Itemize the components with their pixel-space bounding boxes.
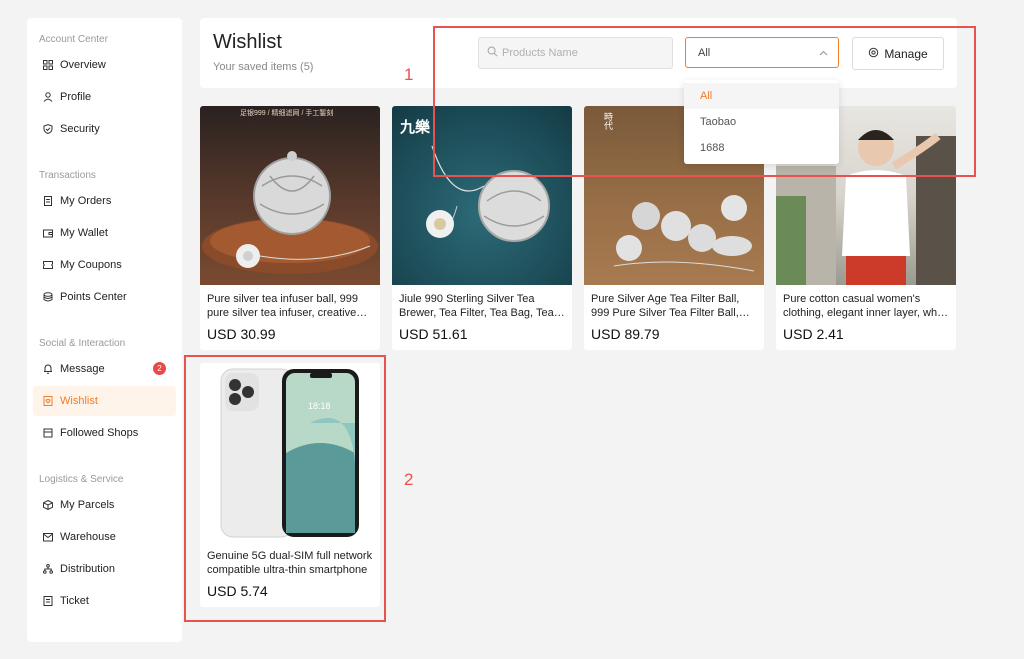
sidebar-item-label: Profile <box>60 91 92 103</box>
sidebar-item-label: My Orders <box>60 195 112 207</box>
sidebar-item-label: Security <box>60 123 100 135</box>
source-dropdown: All Taobao 1688 <box>684 80 839 164</box>
sidebar-item-my-wallet[interactable]: My Wallet <box>33 218 176 248</box>
product-name[interactable]: Genuine 5G dual-SIM full network compati… <box>207 549 373 577</box>
chevron-up-icon <box>819 47 828 59</box>
sidebar-item-my-orders[interactable]: My Orders <box>33 186 176 216</box>
product-image[interactable]: 足银999 / 精细滤网 / 手工錾刻 <box>200 106 380 285</box>
wishlist-header: Wishlist Your saved items (5) All Manage <box>200 18 957 88</box>
saved-items-count: Your saved items (5) <box>213 61 314 73</box>
sidebar-section-title: Account Center <box>39 34 108 45</box>
sidebar-item-label: Points Center <box>60 291 127 303</box>
ticket-icon <box>43 596 53 606</box>
wallet-icon <box>43 228 53 238</box>
search-box[interactable] <box>478 37 673 69</box>
sidebar-item-label: Distribution <box>60 563 116 575</box>
phone-clock-text: 18:18 <box>308 401 331 411</box>
dropdown-option-1688[interactable]: 1688 <box>684 135 839 161</box>
product-name[interactable]: Pure cotton casual women's clothing, ele… <box>783 292 949 320</box>
source-select-value: All <box>698 46 711 59</box>
brand-logo-text: 九樂 <box>400 119 431 136</box>
manage-button[interactable]: Manage <box>852 37 944 70</box>
hierarchy-icon <box>43 564 53 574</box>
search-icon <box>487 44 498 62</box>
product-card[interactable]: 18:18 Genuine 5G dual-SIM full network c… <box>200 363 380 607</box>
sidebar-section-title: Transactions <box>39 170 96 181</box>
dropdown-option-taobao[interactable]: Taobao <box>684 109 839 135</box>
box-icon <box>43 500 53 510</box>
sidebar-item-label: Warehouse <box>60 531 116 543</box>
sidebar-item-distribution[interactable]: Distribution <box>33 554 176 584</box>
sidebar-item-label: Overview <box>60 59 106 71</box>
product-card[interactable]: 九樂 Jiule 990 Sterling Silver Tea Brewer,… <box>392 106 572 350</box>
user-icon <box>43 92 53 102</box>
product-name[interactable]: Pure silver tea infuser ball, 999 pure s… <box>207 292 373 320</box>
document-icon <box>43 196 53 206</box>
warehouse-icon <box>43 532 53 542</box>
sidebar-item-points-center[interactable]: Points Center <box>33 282 176 312</box>
sidebar-item-my-parcels[interactable]: My Parcels <box>33 490 176 520</box>
sidebar-item-message[interactable]: Message 2 <box>33 354 176 384</box>
sidebar-item-my-coupons[interactable]: My Coupons <box>33 250 176 280</box>
sidebar-item-warehouse[interactable]: Warehouse <box>33 522 176 552</box>
sidebar-item-label: My Parcels <box>60 499 115 511</box>
sidebar-item-followed-shops[interactable]: Followed Shops <box>33 418 176 448</box>
dropdown-option-all[interactable]: All <box>684 83 839 109</box>
product-price: USD 30.99 <box>207 326 276 342</box>
sidebar-item-label: Followed Shops <box>60 427 139 439</box>
product-card[interactable]: 足银999 / 精细滤网 / 手工錾刻 Pure silver tea infu… <box>200 106 380 350</box>
shop-icon <box>43 428 53 438</box>
shield-icon <box>43 124 53 134</box>
product-name[interactable]: Jiule 990 Sterling Silver Tea Brewer, Te… <box>399 292 565 320</box>
image-overlay-text: 足银999 / 精细滤网 / 手工錾刻 <box>240 110 334 117</box>
bell-icon <box>43 364 53 374</box>
product-image[interactable]: 18:18 <box>200 363 380 542</box>
annotation-label-2: 2 <box>404 470 414 489</box>
wishlist-icon <box>43 396 53 406</box>
coins-icon <box>43 292 53 302</box>
manage-label: Manage <box>884 46 928 61</box>
product-price: USD 89.79 <box>591 326 660 342</box>
product-name[interactable]: Pure Silver Age Tea Filter Ball, 999 Pur… <box>591 292 757 320</box>
page-title: Wishlist <box>213 31 282 53</box>
sidebar-item-label: Message <box>60 363 105 375</box>
sidebar-section-title: Social & Interaction <box>39 338 126 349</box>
brand-logo-text: 時代 <box>603 112 613 130</box>
unread-badge: 2 <box>153 362 166 375</box>
sidebar-item-overview[interactable]: Overview <box>33 50 176 80</box>
source-select[interactable]: All <box>685 37 839 68</box>
sidebar-item-label: My Coupons <box>60 259 122 271</box>
sidebar-item-label: Wishlist <box>60 395 98 407</box>
sidebar-section-title: Logistics & Service <box>39 474 124 485</box>
sidebar-item-ticket[interactable]: Ticket <box>33 586 176 616</box>
coupon-icon <box>43 260 53 270</box>
search-input[interactable] <box>502 47 662 59</box>
grid-icon <box>43 60 53 70</box>
sidebar-item-label: Ticket <box>60 595 89 607</box>
annotation-label-1: 1 <box>404 65 414 84</box>
product-price: USD 51.61 <box>399 326 468 342</box>
sidebar-item-security[interactable]: Security <box>33 114 176 144</box>
product-image[interactable]: 九樂 <box>392 106 572 285</box>
sidebar-item-wishlist[interactable]: Wishlist <box>33 386 176 416</box>
sidebar-item-profile[interactable]: Profile <box>33 82 176 112</box>
product-price: USD 2.41 <box>783 326 844 342</box>
sidebar: Account Center Overview Profile Security Tra… <box>27 18 182 642</box>
sidebar-item-label: My Wallet <box>60 227 108 239</box>
product-price: USD 5.74 <box>207 583 268 599</box>
gear-icon <box>868 47 884 61</box>
